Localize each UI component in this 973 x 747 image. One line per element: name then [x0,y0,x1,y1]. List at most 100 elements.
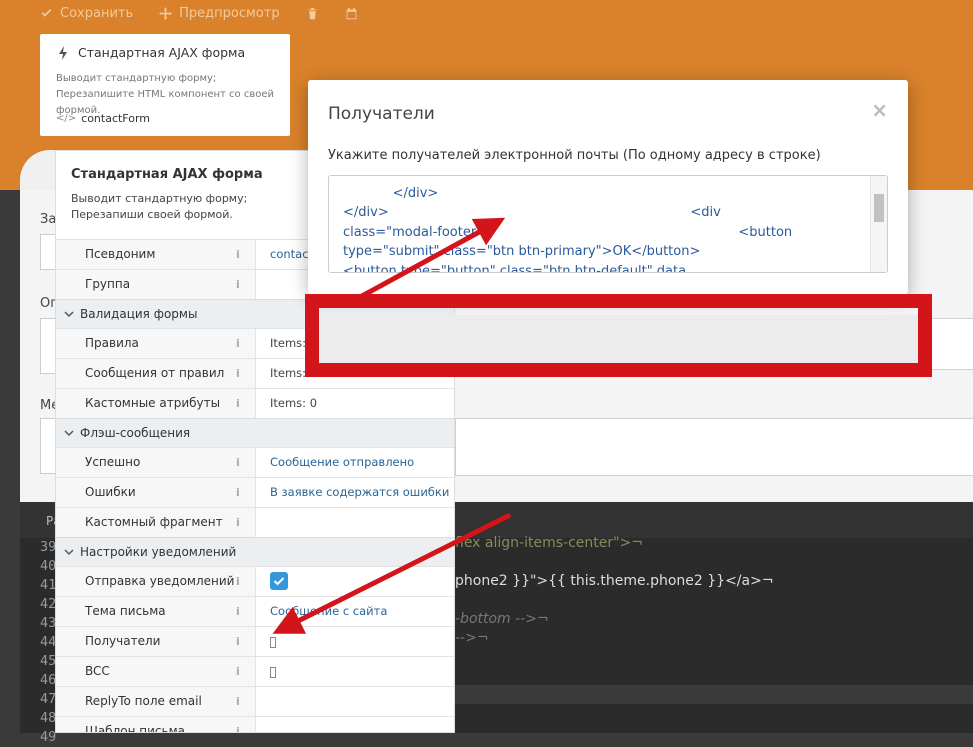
line-number: 40 [40,558,57,574]
textarea-scrollbar[interactable] [870,176,887,272]
info-icon[interactable]: i [236,359,240,388]
property-value[interactable]: Сообщение отправлено [256,448,414,477]
property-name: Тема письма i [56,597,256,626]
close-icon[interactable]: × [871,98,888,122]
property-row[interactable]: Кастомный фрагмент i [56,507,454,537]
property-name-text: Правила [85,336,139,350]
property-name: Кастомные атрибуты i [56,389,256,418]
property-row[interactable]: Получатели i [56,626,454,656]
highlight-box [305,294,932,377]
property-value[interactable]: Items: 0 [256,389,317,418]
property-name: Отправка уведомлений i [56,567,256,596]
chevron-down-icon [64,430,74,437]
property-value[interactable] [256,717,270,732]
line-gutter: 39 40 41 42 43 44 45 46 47 48 49 [20,538,60,747]
modal-title: Получатели [328,104,435,124]
code-line: phone2 }}">{{ this.theme.phone2 }}</a>¬ [455,573,774,589]
inspector-title: Стандартная AJAX форма [71,167,263,182]
property-group[interactable]: Настройки уведомлений [56,537,454,566]
property-name: ReplyTo поле email i [56,687,256,716]
info-icon[interactable]: i [236,627,240,656]
property-name-text: Псевдоним [85,247,156,261]
component-title: Стандартная AJAX форма [78,45,246,60]
bg-right-input-2[interactable] [455,418,973,476]
property-row[interactable]: Кастомные атрибуты i Items: 0 [56,388,454,418]
property-value[interactable]: Items: [256,359,306,388]
property-row[interactable]: Отправка уведомлений i [56,566,454,596]
property-name-text: BCC [85,664,110,678]
property-value[interactable] [256,270,270,299]
component-card[interactable]: Стандартная AJAX форма Выводит стандартн… [40,34,290,136]
recipients-modal: Получатели × Укажите получателей электро… [308,80,908,294]
code-line: -bottom -->¬ [455,611,549,627]
property-name: Группа i [56,270,256,299]
textarea-line: type="submit" class="btn btn-primary">OK… [343,244,701,259]
info-icon[interactable]: i [236,389,240,418]
property-group[interactable]: Флэш-сообщения [56,418,454,447]
line-number: 48 [40,710,57,726]
info-icon[interactable]: i [236,657,240,686]
recipients-textarea[interactable]: </div> </div> <div class="modal-footer" … [328,175,888,273]
info-icon[interactable]: i [236,567,240,596]
property-value[interactable]: В заявке содержатся ошибки [256,478,449,507]
group-label: Флэш-сообщения [80,426,191,440]
info-icon[interactable]: i [236,448,240,477]
trash-icon [308,7,317,19]
property-name-text: ReplyTo поле email [85,694,202,708]
property-row[interactable]: Ошибки i В заявке содержатся ошибки [56,477,454,507]
info-icon[interactable]: i [236,717,240,732]
property-row[interactable]: BCC i [56,656,454,686]
group-label: Валидация формы [80,307,198,321]
notification-checkbox[interactable] [270,572,288,590]
line-number: 46 [40,672,57,688]
textarea-line: <button type="button" class="btn btn-def… [343,264,687,273]
property-name: Получатели i [56,627,256,656]
preview-button[interactable]: Предпросмотр [159,4,280,22]
check-icon [41,8,52,17]
textarea-line: class="modal-footer" <button [343,225,793,240]
info-icon[interactable]: i [236,240,240,269]
code-line: flex align-items-center">¬ [455,535,644,551]
scrollbar-thumb[interactable] [874,194,884,222]
line-number: 44 [40,634,57,650]
calendar-icon [346,7,356,19]
info-icon[interactable]: i [236,329,240,358]
line-number: 49 [40,729,57,745]
property-row[interactable]: ReplyTo поле email i [56,686,454,716]
info-icon[interactable]: i [236,687,240,716]
line-number: 41 [40,577,57,593]
property-row[interactable]: Успешно i Сообщение отправлено [56,447,454,477]
toolbar: Сохранить Предпросмотр [40,4,358,22]
info-icon[interactable]: i [236,478,240,507]
info-icon[interactable]: i [236,270,240,299]
info-icon[interactable]: i [236,508,240,537]
property-value[interactable] [256,508,270,537]
property-name-text: Шаблон письма [85,724,185,733]
delete-button[interactable] [306,4,319,22]
property-name-text: Кастомный фрагмент [85,515,223,529]
empty-value-marker[interactable] [270,637,276,648]
preview-label: Предпросмотр [179,5,280,21]
property-name: Шаблон письма i [56,717,256,733]
chevron-down-icon [64,311,74,318]
line-number: 42 [40,596,57,612]
component-alias: </> contactForm [56,112,150,125]
property-name-text: Сообщения от правил [85,366,225,380]
property-row[interactable]: Шаблон письма i [56,716,454,733]
property-value[interactable]: Сообщение с сайта [256,597,387,626]
empty-value-marker[interactable] [270,667,276,678]
property-name-text: Группа [85,277,131,291]
property-value[interactable]: Items: [256,329,306,358]
code-icon: </> [56,113,77,124]
property-name: Успешно i [56,448,256,477]
property-value[interactable] [256,687,270,716]
save-button[interactable]: Сохранить [40,4,133,22]
component-title-row: Стандартная AJAX форма [58,45,245,60]
info-icon[interactable]: i [236,597,240,626]
calendar-button[interactable] [345,4,358,22]
line-number: 45 [40,653,57,669]
line-number: 43 [40,615,57,631]
code-line: -->¬ [455,630,489,646]
property-value[interactable]: contact [256,240,313,269]
property-row[interactable]: Тема письма i Сообщение с сайта [56,596,454,626]
